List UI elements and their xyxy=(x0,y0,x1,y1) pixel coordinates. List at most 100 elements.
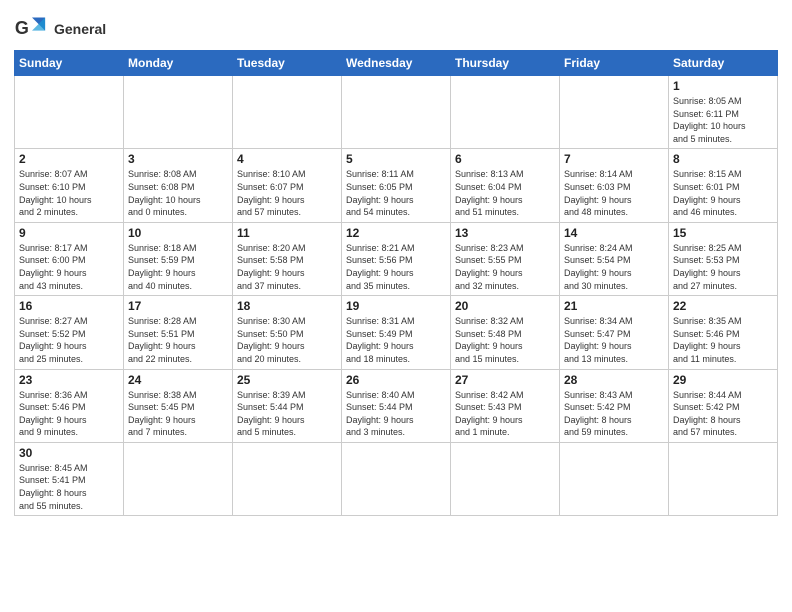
calendar-day-cell: 22 Sunrise: 8:35 AM Sunset: 5:46 PM Dayli… xyxy=(669,296,778,369)
day-number: 30 xyxy=(19,446,119,460)
day-info: Sunrise: 8:42 AM Sunset: 5:43 PM Dayligh… xyxy=(455,389,555,439)
day-number: 19 xyxy=(346,299,446,313)
weekday-header-thursday: Thursday xyxy=(451,51,560,76)
day-info: Sunrise: 8:28 AM Sunset: 5:51 PM Dayligh… xyxy=(128,315,228,365)
day-info: Sunrise: 8:27 AM Sunset: 5:52 PM Dayligh… xyxy=(19,315,119,365)
calendar-day-cell: 30 Sunrise: 8:45 AM Sunset: 5:41 PM Dayli… xyxy=(15,442,124,515)
calendar-day-cell xyxy=(124,442,233,515)
day-info: Sunrise: 8:34 AM Sunset: 5:47 PM Dayligh… xyxy=(564,315,664,365)
day-number: 23 xyxy=(19,373,119,387)
day-number: 15 xyxy=(673,226,773,240)
calendar-day-cell: 15 Sunrise: 8:25 AM Sunset: 5:53 PM Dayli… xyxy=(669,222,778,295)
day-number: 2 xyxy=(19,152,119,166)
calendar-day-cell: 26 Sunrise: 8:40 AM Sunset: 5:44 PM Dayli… xyxy=(342,369,451,442)
day-number: 18 xyxy=(237,299,337,313)
day-info: Sunrise: 8:05 AM Sunset: 6:11 PM Dayligh… xyxy=(673,95,773,145)
day-number: 6 xyxy=(455,152,555,166)
svg-text:G: G xyxy=(15,18,29,38)
day-number: 4 xyxy=(237,152,337,166)
calendar-day-cell: 21Sunrise: 8:34 AM Sunset: 5:47 PM Dayli… xyxy=(560,296,669,369)
day-info: Sunrise: 8:38 AM Sunset: 5:45 PM Dayligh… xyxy=(128,389,228,439)
calendar-day-cell: 5Sunrise: 8:11 AM Sunset: 6:05 PM Daylig… xyxy=(342,149,451,222)
day-number: 14 xyxy=(564,226,664,240)
day-number: 7 xyxy=(564,152,664,166)
day-number: 29 xyxy=(673,373,773,387)
day-info: Sunrise: 8:31 AM Sunset: 5:49 PM Dayligh… xyxy=(346,315,446,365)
calendar-day-cell: 27 Sunrise: 8:42 AM Sunset: 5:43 PM Dayli… xyxy=(451,369,560,442)
calendar-day-cell: 20Sunrise: 8:32 AM Sunset: 5:48 PM Dayli… xyxy=(451,296,560,369)
logo-icon: G xyxy=(14,14,50,44)
day-info: Sunrise: 8:21 AM Sunset: 5:56 PM Dayligh… xyxy=(346,242,446,292)
calendar-day-cell: 18 Sunrise: 8:30 AM Sunset: 5:50 PM Dayli… xyxy=(233,296,342,369)
calendar-day-cell: 9Sunrise: 8:17 AM Sunset: 6:00 PM Daylig… xyxy=(15,222,124,295)
day-number: 1 xyxy=(673,79,773,93)
day-info: Sunrise: 8:15 AM Sunset: 6:01 PM Dayligh… xyxy=(673,168,773,218)
calendar-day-cell: 12 Sunrise: 8:21 AM Sunset: 5:56 PM Dayli… xyxy=(342,222,451,295)
day-info: Sunrise: 8:40 AM Sunset: 5:44 PM Dayligh… xyxy=(346,389,446,439)
calendar-day-cell: 29 Sunrise: 8:44 AM Sunset: 5:42 PM Dayli… xyxy=(669,369,778,442)
day-number: 26 xyxy=(346,373,446,387)
day-info: Sunrise: 8:45 AM Sunset: 5:41 PM Dayligh… xyxy=(19,462,119,512)
calendar-week-row: 16 Sunrise: 8:27 AM Sunset: 5:52 PM Dayli… xyxy=(15,296,778,369)
calendar-table: SundayMondayTuesdayWednesdayThursdayFrid… xyxy=(14,50,778,516)
calendar-day-cell: 11 Sunrise: 8:20 AM Sunset: 5:58 PM Dayli… xyxy=(233,222,342,295)
calendar-day-cell: 10Sunrise: 8:18 AM Sunset: 5:59 PM Dayli… xyxy=(124,222,233,295)
day-info: Sunrise: 8:23 AM Sunset: 5:55 PM Dayligh… xyxy=(455,242,555,292)
calendar-week-row: 30 Sunrise: 8:45 AM Sunset: 5:41 PM Dayli… xyxy=(15,442,778,515)
day-info: Sunrise: 8:43 AM Sunset: 5:42 PM Dayligh… xyxy=(564,389,664,439)
day-info: Sunrise: 8:44 AM Sunset: 5:42 PM Dayligh… xyxy=(673,389,773,439)
day-info: Sunrise: 8:14 AM Sunset: 6:03 PM Dayligh… xyxy=(564,168,664,218)
calendar-day-cell: 13 Sunrise: 8:23 AM Sunset: 5:55 PM Dayli… xyxy=(451,222,560,295)
calendar-day-cell: 28Sunrise: 8:43 AM Sunset: 5:42 PM Dayli… xyxy=(560,369,669,442)
logo-text: General xyxy=(54,21,106,38)
calendar-week-row: 2 Sunrise: 8:07 AM Sunset: 6:10 PM Daylig… xyxy=(15,149,778,222)
day-number: 27 xyxy=(455,373,555,387)
weekday-header-sunday: Sunday xyxy=(15,51,124,76)
calendar-week-row: 9Sunrise: 8:17 AM Sunset: 6:00 PM Daylig… xyxy=(15,222,778,295)
weekday-header-monday: Monday xyxy=(124,51,233,76)
day-info: Sunrise: 8:13 AM Sunset: 6:04 PM Dayligh… xyxy=(455,168,555,218)
day-number: 24 xyxy=(128,373,228,387)
day-info: Sunrise: 8:10 AM Sunset: 6:07 PM Dayligh… xyxy=(237,168,337,218)
day-number: 12 xyxy=(346,226,446,240)
day-info: Sunrise: 8:20 AM Sunset: 5:58 PM Dayligh… xyxy=(237,242,337,292)
calendar-week-row: 23 Sunrise: 8:36 AM Sunset: 5:46 PM Dayli… xyxy=(15,369,778,442)
calendar-day-cell: 19 Sunrise: 8:31 AM Sunset: 5:49 PM Dayli… xyxy=(342,296,451,369)
weekday-header-wednesday: Wednesday xyxy=(342,51,451,76)
calendar-day-cell xyxy=(451,442,560,515)
calendar-day-cell xyxy=(15,76,124,149)
day-number: 9 xyxy=(19,226,119,240)
calendar-day-cell xyxy=(669,442,778,515)
header: G General xyxy=(14,10,778,44)
day-number: 13 xyxy=(455,226,555,240)
calendar-day-cell: 24 Sunrise: 8:38 AM Sunset: 5:45 PM Dayli… xyxy=(124,369,233,442)
calendar-day-cell: 3 Sunrise: 8:08 AM Sunset: 6:08 PM Daylig… xyxy=(124,149,233,222)
calendar-day-cell xyxy=(451,76,560,149)
calendar-day-cell: 14Sunrise: 8:24 AM Sunset: 5:54 PM Dayli… xyxy=(560,222,669,295)
day-info: Sunrise: 8:30 AM Sunset: 5:50 PM Dayligh… xyxy=(237,315,337,365)
day-number: 11 xyxy=(237,226,337,240)
day-info: Sunrise: 8:18 AM Sunset: 5:59 PM Dayligh… xyxy=(128,242,228,292)
day-info: Sunrise: 8:35 AM Sunset: 5:46 PM Dayligh… xyxy=(673,315,773,365)
day-number: 22 xyxy=(673,299,773,313)
calendar-day-cell xyxy=(560,442,669,515)
calendar-day-cell xyxy=(124,76,233,149)
calendar-day-cell: 1 Sunrise: 8:05 AM Sunset: 6:11 PM Daylig… xyxy=(669,76,778,149)
day-info: Sunrise: 8:11 AM Sunset: 6:05 PM Dayligh… xyxy=(346,168,446,218)
day-number: 16 xyxy=(19,299,119,313)
calendar-day-cell xyxy=(233,442,342,515)
weekday-header-tuesday: Tuesday xyxy=(233,51,342,76)
weekday-header-row: SundayMondayTuesdayWednesdayThursdayFrid… xyxy=(15,51,778,76)
day-info: Sunrise: 8:25 AM Sunset: 5:53 PM Dayligh… xyxy=(673,242,773,292)
calendar-day-cell xyxy=(342,442,451,515)
calendar-day-cell: 23 Sunrise: 8:36 AM Sunset: 5:46 PM Dayli… xyxy=(15,369,124,442)
calendar-day-cell: 17Sunrise: 8:28 AM Sunset: 5:51 PM Dayli… xyxy=(124,296,233,369)
day-info: Sunrise: 8:39 AM Sunset: 5:44 PM Dayligh… xyxy=(237,389,337,439)
day-number: 3 xyxy=(128,152,228,166)
day-info: Sunrise: 8:07 AM Sunset: 6:10 PM Dayligh… xyxy=(19,168,119,218)
calendar-day-cell: 25Sunrise: 8:39 AM Sunset: 5:44 PM Dayli… xyxy=(233,369,342,442)
day-info: Sunrise: 8:36 AM Sunset: 5:46 PM Dayligh… xyxy=(19,389,119,439)
day-info: Sunrise: 8:08 AM Sunset: 6:08 PM Dayligh… xyxy=(128,168,228,218)
calendar-day-cell xyxy=(233,76,342,149)
calendar-day-cell xyxy=(560,76,669,149)
